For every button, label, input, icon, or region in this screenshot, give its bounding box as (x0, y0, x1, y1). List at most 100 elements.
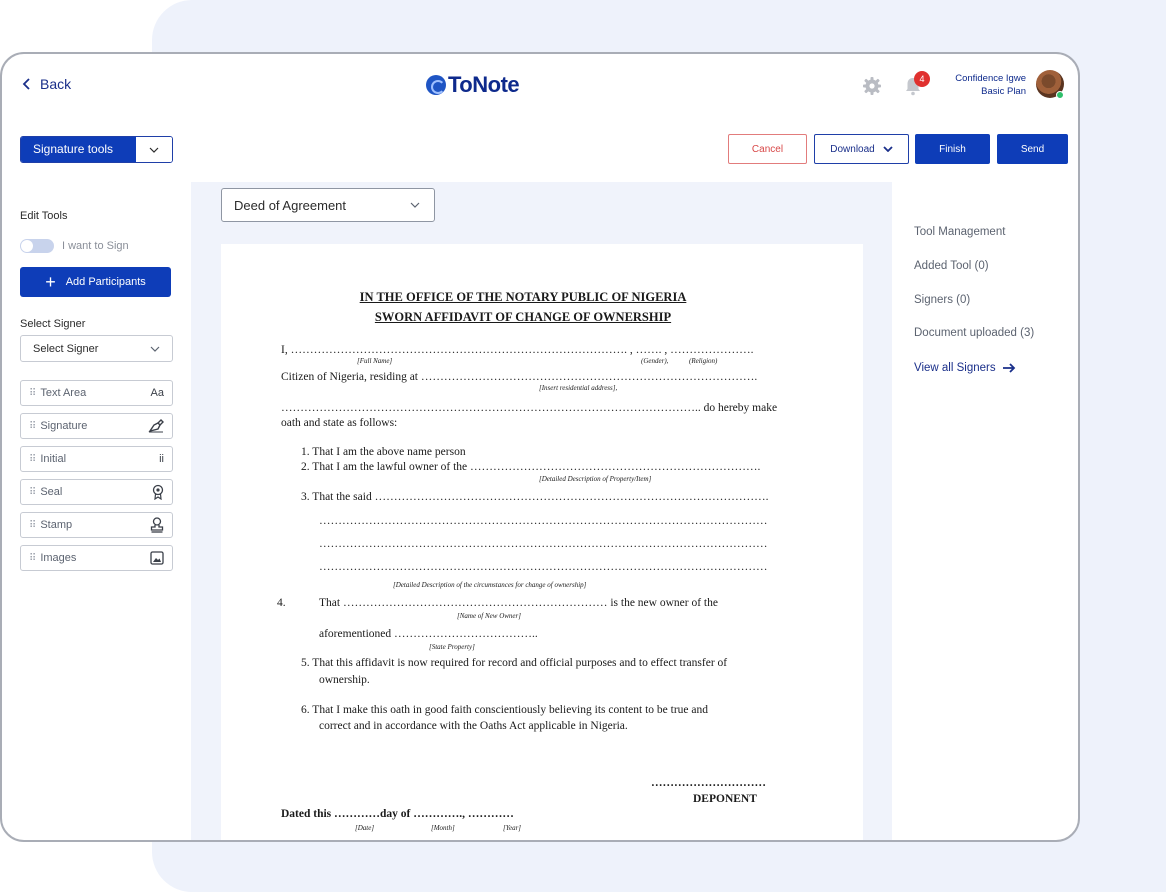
finish-button[interactable]: Finish (915, 134, 990, 164)
item-2: 2. That I am the lawful owner of the ………… (301, 461, 761, 473)
dots-line: ……………………………………………………………………………………………………… (319, 515, 768, 527)
item-3: 3. That the said ……………………………………………………………… (301, 491, 769, 503)
tool-label: Initial (40, 453, 67, 465)
documents-uploaded-count[interactable]: Document uploaded (3) (914, 327, 1034, 339)
tool-text-area[interactable]: ⠿ Text Area Aa (20, 380, 173, 406)
item-5a: 5. That this affidavit is now required f… (301, 657, 728, 669)
seal-icon (152, 484, 164, 500)
tool-label: Images (40, 552, 77, 564)
item-5b: ownership. (319, 674, 370, 686)
tool-label: Seal (40, 486, 63, 498)
i-want-to-sign-toggle-row[interactable]: I want to Sign (20, 239, 129, 253)
hint-new-owner: [Name of New Owner] (457, 612, 521, 620)
item-6a: 6. That I make this oath in good faith c… (301, 704, 708, 716)
hint-fullname: [Full Name] (357, 357, 393, 365)
logo-mark-icon (426, 75, 446, 95)
hereby-line: ……………………………………………………………………………………………….. d… (281, 402, 778, 414)
dated-line: Dated this …………day of …………., ………… (281, 808, 514, 820)
tool-initial[interactable]: ⠿ Initial ii (20, 446, 173, 472)
citizen-line: Citizen of Nigeria, residing at ……………………… (281, 371, 758, 383)
tool-label: Signature (40, 420, 88, 432)
pen-nib-icon (148, 419, 164, 433)
drag-handle-icon[interactable]: ⠿ (29, 454, 36, 465)
drag-handle-icon[interactable]: ⠿ (29, 520, 36, 531)
tool-signature[interactable]: ⠿ Signature (20, 413, 173, 439)
document-template-value: Deed of Agreement (234, 197, 347, 213)
user-plan: Basic Plan (981, 86, 1026, 97)
select-signer-heading: Select Signer (20, 318, 86, 330)
add-participants-label: Add Participants (65, 276, 146, 288)
deponent-label: DEPONENT (693, 793, 757, 805)
chevron-down-icon (150, 346, 160, 352)
document-template-dropdown[interactable]: Deed of Agreement (221, 188, 435, 222)
back-label: Back (40, 76, 72, 92)
document-title: IN THE OFFICE OF THE NOTARY PUBLIC OF NI… (359, 290, 687, 304)
item-6b: correct and in accordance with the Oaths… (319, 720, 628, 732)
item-4: That …………………………………………………………… is the new … (319, 597, 718, 609)
dots-line: ……………………………………………………………………………………………………… (319, 538, 768, 550)
oath-line: oath and state as follows: (281, 417, 398, 429)
hint-gender: (Gender), (641, 357, 669, 365)
tonote-logo: ToNote (426, 72, 520, 98)
document-workspace: Deed of Agreement IN THE OFFICE OF THE N… (191, 182, 892, 840)
hint-religion: (Religion) (689, 357, 718, 365)
chevron-left-icon (22, 78, 30, 90)
tool-label: Stamp (40, 519, 73, 531)
signers-count[interactable]: Signers (0) (914, 294, 970, 306)
drag-handle-icon[interactable]: ⠿ (29, 421, 36, 432)
app-window: Back ToNote 4 Confidence Igwe Basic Plan… (0, 52, 1080, 842)
deponent-dots: ………………………… (651, 777, 766, 789)
user-name: Confidence Igwe (955, 73, 1026, 84)
tool-management-heading: Tool Management (914, 226, 1006, 238)
fullname-line: I, ……………………………………………………………………………. , ……. … (281, 344, 754, 356)
edit-tools-heading: Edit Tools (20, 210, 68, 222)
view-all-signers-link[interactable]: View all Signers (914, 362, 1016, 374)
back-button[interactable]: Back (22, 76, 71, 92)
dots-line: ……………………………………………………………………………………………………… (319, 561, 768, 573)
signature-tools-dropdown[interactable]: Signature tools (20, 136, 173, 163)
drag-handle-icon[interactable]: ⠿ (29, 487, 36, 498)
drag-handle-icon[interactable]: ⠿ (29, 388, 36, 399)
hint-property: [Detailed Description of Property/Item] (539, 475, 652, 483)
stamp-icon (150, 517, 164, 533)
view-all-signers-label: View all Signers (914, 362, 996, 374)
chevron-down-icon (883, 146, 893, 152)
hint-year: [Year] (503, 824, 522, 832)
notification-badge: 4 (914, 71, 930, 87)
text-aa-icon: Aa (150, 387, 164, 399)
image-icon (150, 551, 164, 565)
tool-stamp[interactable]: ⠿ Stamp (20, 512, 173, 538)
tool-label: Text Area (40, 387, 87, 399)
drag-handle-icon[interactable]: ⠿ (29, 553, 36, 564)
chevron-down-icon (410, 202, 420, 208)
initial-icon: ii (159, 453, 164, 465)
document-subtitle: SWORN AFFIDAVIT OF CHANGE OF OWNERSHIP (374, 310, 672, 324)
tool-seal[interactable]: ⠿ Seal (20, 479, 173, 505)
logo-text: ToNote (448, 72, 520, 97)
online-status-dot (1056, 91, 1064, 99)
hint-date: [Date] (355, 824, 375, 832)
cancel-button[interactable]: Cancel (728, 134, 807, 164)
select-signer-dropdown[interactable]: Select Signer (20, 335, 173, 362)
toggle-label: I want to Sign (62, 240, 129, 252)
item-1: 1. That I am the above name person (301, 446, 466, 458)
chevron-down-icon (136, 137, 172, 162)
plus-icon: + (45, 272, 56, 292)
user-info[interactable]: Confidence Igwe Basic Plan (955, 72, 1026, 98)
item-4b: aforementioned ……………………………….. (319, 628, 538, 640)
gear-icon[interactable] (862, 76, 882, 96)
added-tool-count[interactable]: Added Tool (0) (914, 260, 989, 272)
add-participants-button[interactable]: + Add Participants (20, 267, 171, 297)
i-want-to-sign-toggle[interactable] (20, 239, 54, 253)
tool-images[interactable]: ⠿ Images (20, 545, 173, 571)
hint-address: [Insert residential address], (539, 384, 618, 392)
item-4-number: 4. (277, 597, 286, 609)
hint-state-property: [State Property] (429, 643, 475, 651)
arrow-right-icon (1002, 363, 1015, 373)
hint-month: [Month] (431, 824, 455, 832)
download-button[interactable]: Download (814, 134, 909, 164)
document-page[interactable]: IN THE OFFICE OF THE NOTARY PUBLIC OF NI… (221, 244, 863, 840)
select-signer-value: Select Signer (33, 342, 99, 355)
send-button[interactable]: Send (997, 134, 1068, 164)
hint-circumstances: [Detailed Description of the circumstanc… (393, 581, 587, 589)
